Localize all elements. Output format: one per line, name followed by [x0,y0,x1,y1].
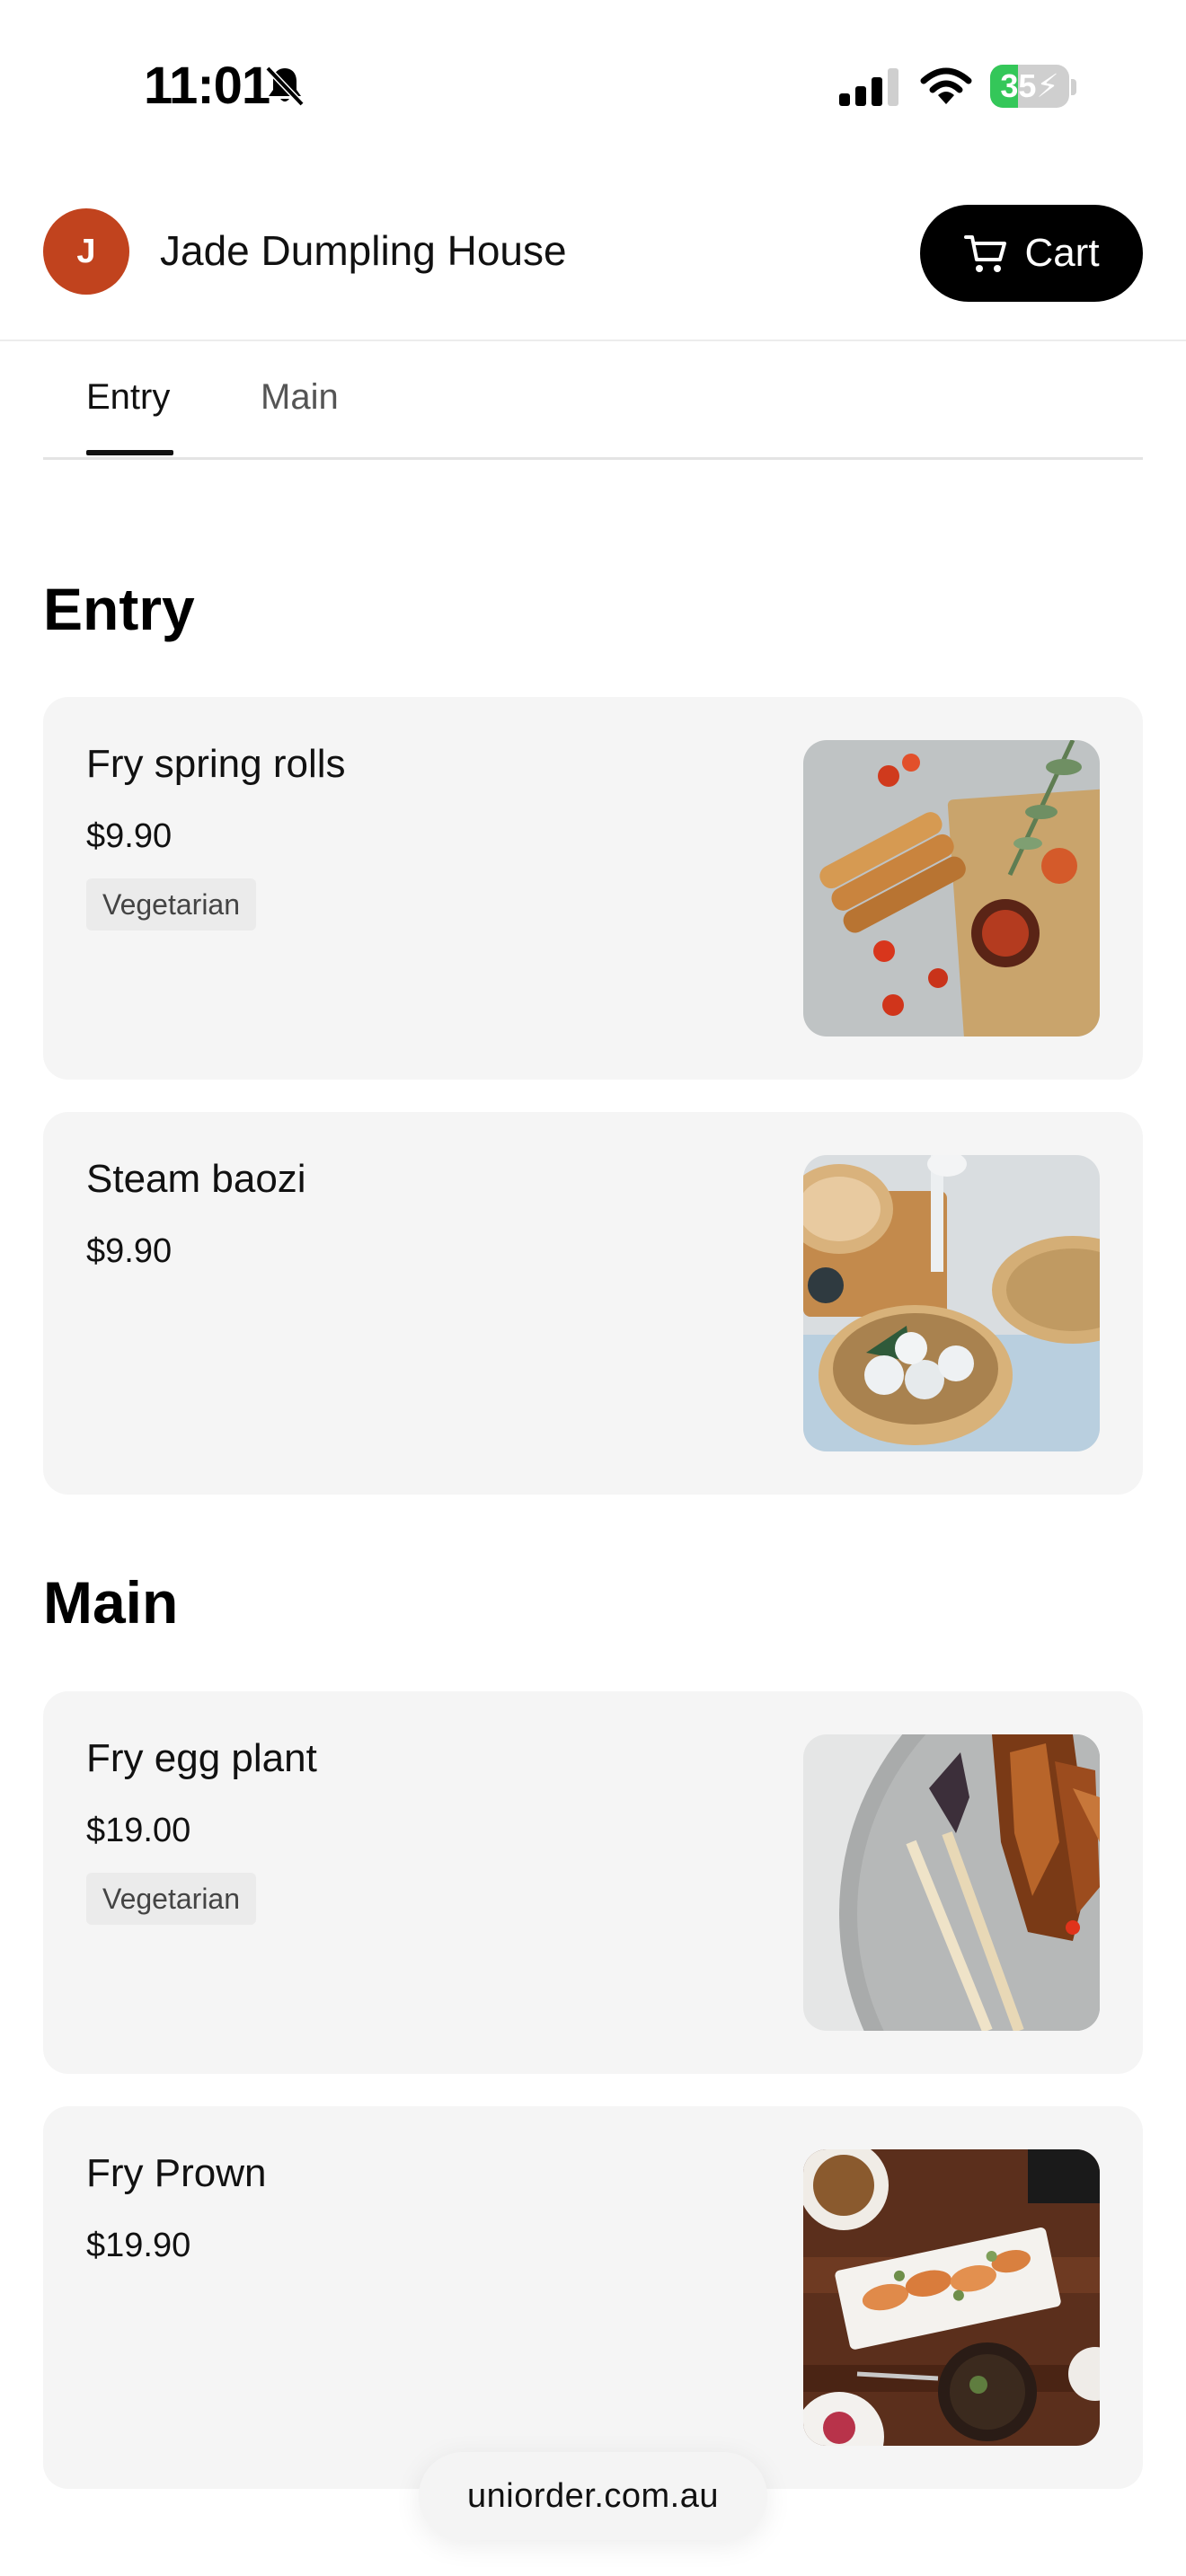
status-time: 11:01 [144,57,270,115]
battery-level: 35⚡ [1000,67,1059,104]
item-name: Fry egg plant [86,1736,317,1780]
spring-rolls-photo [803,740,1100,1037]
item-name: Fry spring rolls [86,742,346,786]
restaurant-avatar: J [43,208,129,295]
active-tab-indicator [86,450,173,455]
section-title-main: Main [43,1569,179,1636]
item-name: Fry Prown [86,2151,267,2195]
item-price: $19.90 [86,2227,191,2264]
baozi-photo [803,1155,1100,1451]
cart-button[interactable]: Cart [920,205,1143,302]
restaurant-name: Jade Dumpling House [160,227,567,274]
category-tabs: Entry Main [43,341,1143,460]
item-price: $9.90 [86,1232,173,1270]
cellular-signal-icon [839,68,898,106]
menu-item-card[interactable]: Steam baozi $9.90 [43,1112,1143,1495]
prawn-photo [803,2149,1100,2446]
vegetarian-tag: Vegetarian [86,1873,257,1925]
tab-entry[interactable]: Entry [86,377,170,418]
battery-charging-icon: 35⚡ [990,65,1069,108]
item-name: Steam baozi [86,1157,306,1201]
wifi-icon [920,67,972,104]
battery-cap [1071,79,1076,95]
status-bar: 11:01 35⚡ [0,0,1186,171]
tab-main[interactable]: Main [261,377,339,418]
menu-item-card[interactable]: Fry Prown $19.90 [43,2106,1143,2489]
site-url-pill[interactable]: uniorder.com.au [419,2452,767,2540]
item-price: $19.00 [86,1812,191,1849]
cart-label: Cart [1024,231,1100,275]
section-title-entry: Entry [43,576,195,642]
menu-item-card[interactable]: Fry egg plant $19.00 Vegetarian [43,1691,1143,2074]
bell-slash-icon [265,66,305,107]
header: J Jade Dumpling House Cart [0,171,1186,341]
eggplant-photo [803,1734,1100,2031]
menu-item-card[interactable]: Fry spring rolls $9.90 Vegetarian [43,697,1143,1080]
vegetarian-tag: Vegetarian [86,878,257,931]
item-price: $9.90 [86,817,173,855]
menu-page: 11:01 35⚡ J Jade Dumpling House Cart Ent… [0,0,1186,2576]
shopping-cart-icon [964,235,1007,272]
